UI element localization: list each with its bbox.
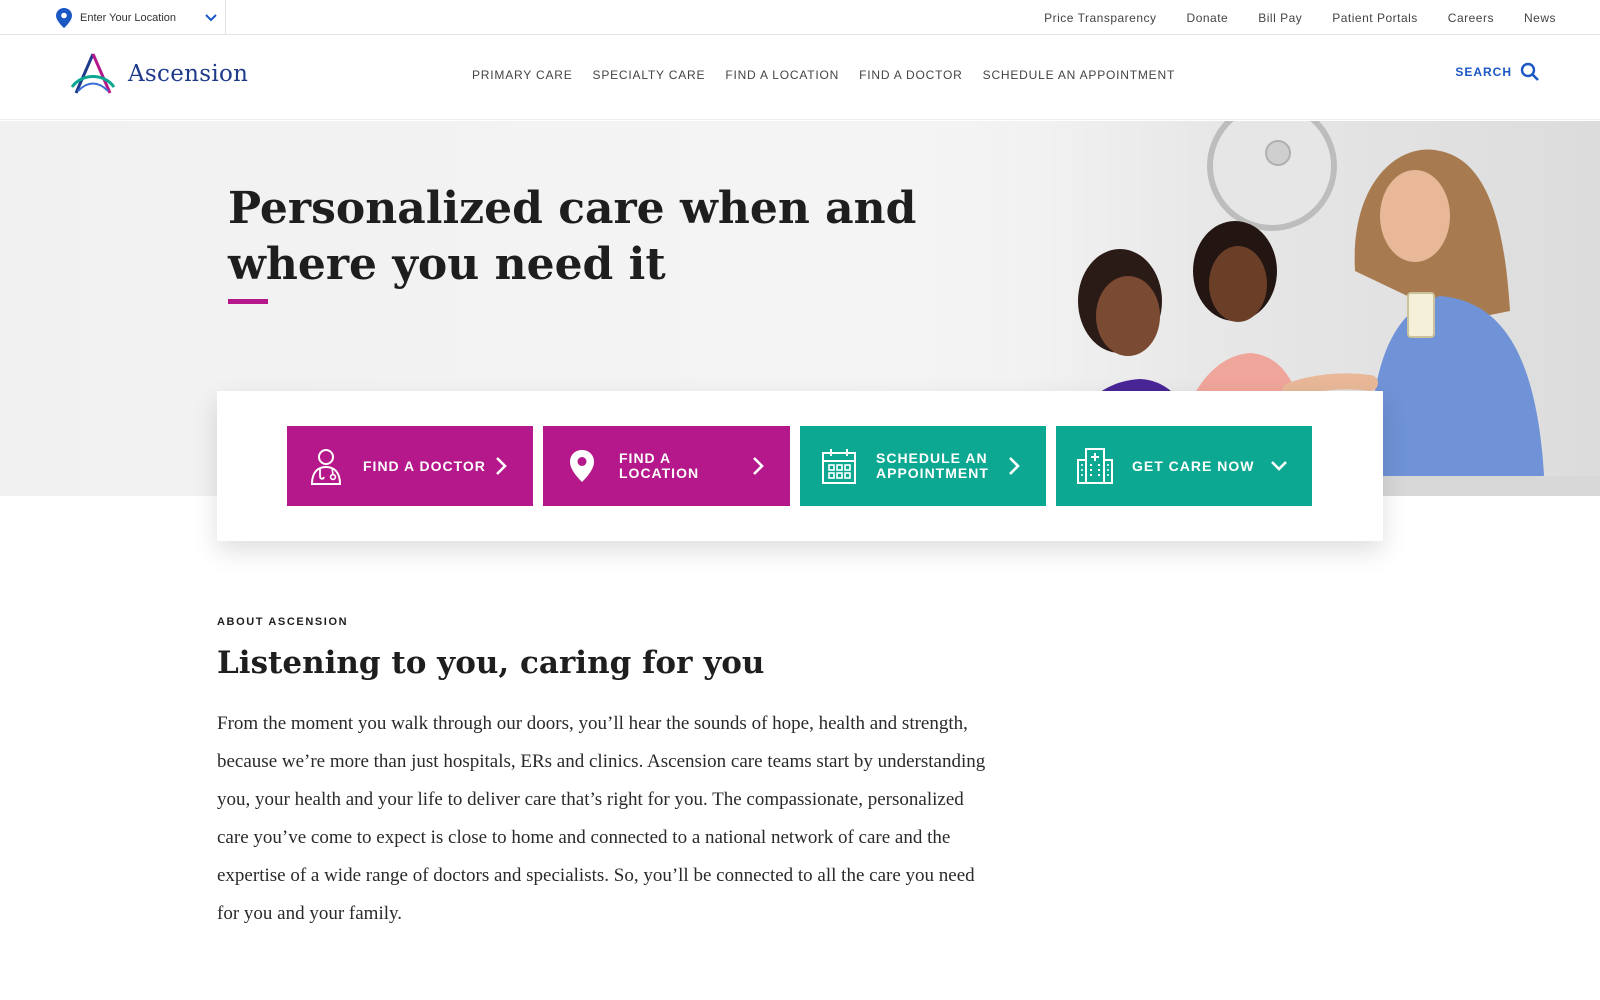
get-care-now-button[interactable]: GET CARE NOW xyxy=(1056,426,1312,506)
schedule-appointment-label: SCHEDULE AN APPOINTMENT xyxy=(876,450,989,481)
nav-schedule-appointment[interactable]: SCHEDULE AN APPOINTMENT xyxy=(983,68,1175,82)
nav-find-location[interactable]: FIND A LOCATION xyxy=(725,68,839,82)
main-header: Ascension PRIMARY CARE SPECIALTY CARE FI… xyxy=(0,35,1600,120)
search-label: SEARCH xyxy=(1455,65,1512,79)
utility-link-price-transparency[interactable]: Price Transparency xyxy=(1044,11,1156,25)
hospital-icon xyxy=(1077,448,1113,484)
chevron-right-icon xyxy=(753,457,764,475)
utility-bar: Enter Your Location Price Transparency D… xyxy=(0,0,1600,35)
about-title: Listening to you, caring for you xyxy=(217,645,765,681)
utility-link-bill-pay[interactable]: Bill Pay xyxy=(1258,11,1302,25)
nav-find-doctor[interactable]: FIND A DOCTOR xyxy=(859,68,963,82)
find-doctor-button[interactable]: FIND A DOCTOR xyxy=(287,426,533,506)
utility-link-news[interactable]: News xyxy=(1524,11,1556,25)
chevron-down-icon xyxy=(1271,461,1287,471)
nav-primary-care[interactable]: PRIMARY CARE xyxy=(472,68,573,82)
logo-text: Ascension xyxy=(128,61,249,87)
utility-divider xyxy=(225,0,226,35)
about-body: From the moment you walk through our doo… xyxy=(217,713,986,924)
find-location-label: FIND A LOCATION xyxy=(619,450,700,481)
chevron-right-icon xyxy=(496,457,507,475)
location-picker[interactable]: Enter Your Location xyxy=(56,0,218,35)
doctor-icon xyxy=(310,449,342,485)
chevron-down-icon xyxy=(205,13,217,21)
ascension-logo-icon xyxy=(70,53,116,94)
search-icon xyxy=(1520,62,1539,81)
primary-nav: PRIMARY CARE SPECIALTY CARE FIND A LOCAT… xyxy=(472,35,1175,115)
map-pin-icon xyxy=(56,7,72,28)
about-eyebrow: ABOUT ASCENSION xyxy=(217,616,349,628)
find-doctor-label: FIND A DOCTOR xyxy=(363,457,486,474)
map-pin-icon xyxy=(570,450,594,482)
get-care-now-label: GET CARE NOW xyxy=(1132,457,1255,474)
hero-accent-bar xyxy=(228,299,268,304)
utility-link-patient-portals[interactable]: Patient Portals xyxy=(1332,11,1418,25)
find-location-button[interactable]: FIND A LOCATION xyxy=(543,426,790,506)
chevron-right-icon xyxy=(1009,457,1020,475)
location-label: Enter Your Location xyxy=(80,11,177,24)
schedule-appointment-button[interactable]: SCHEDULE AN APPOINTMENT xyxy=(800,426,1046,506)
hero-heading: Personalized care when and where you nee… xyxy=(228,183,917,290)
search-button[interactable]: SEARCH xyxy=(1455,62,1540,82)
quick-actions-card: FIND A DOCTOR FIND A LOCATION SCHEDULE A… xyxy=(217,391,1383,541)
nav-specialty-care[interactable]: SPECIALTY CARE xyxy=(593,68,706,82)
utility-links: Price Transparency Donate Bill Pay Patie… xyxy=(1044,0,1556,35)
calendar-icon xyxy=(822,449,856,484)
utility-link-donate[interactable]: Donate xyxy=(1187,11,1229,25)
ascension-logo[interactable]: Ascension xyxy=(68,51,248,97)
utility-link-careers[interactable]: Careers xyxy=(1448,11,1494,25)
